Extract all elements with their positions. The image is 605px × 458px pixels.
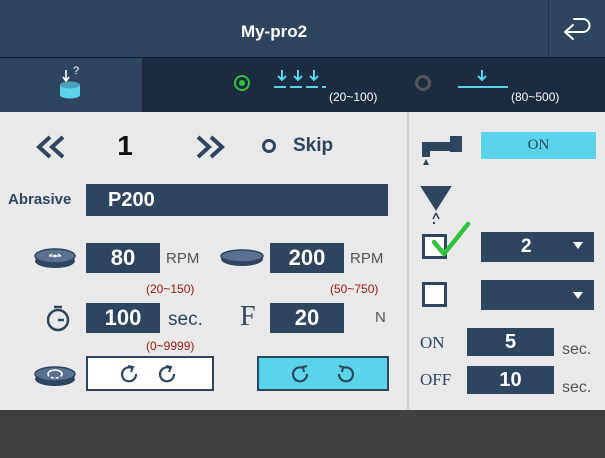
on-time-unit: sec. [562, 341, 592, 358]
abrasive-value: P200 [108, 189, 155, 211]
back-button[interactable] [548, 0, 605, 57]
force-input[interactable]: 20 [270, 303, 344, 333]
force-symbol: F [240, 301, 256, 332]
next-step-button[interactable] [193, 134, 227, 160]
on-time-input[interactable]: 5 [467, 328, 554, 356]
platen-speed-range: (50~750) [330, 282, 379, 296]
svg-text:?: ? [73, 65, 79, 77]
timer-icon [46, 305, 70, 332]
time-input[interactable]: 100 [86, 303, 160, 333]
off-time-unit: sec. [562, 379, 592, 396]
previous-step-button[interactable] [34, 134, 68, 160]
co-rotation-icon [291, 365, 355, 383]
platen-speed-icon [220, 249, 264, 266]
abrasive-label: Abrasive [8, 191, 72, 208]
water-tap-icon [422, 136, 462, 165]
platen-speed-input[interactable]: 200 [270, 243, 344, 273]
head-speed-input[interactable]: 80 [86, 243, 160, 273]
specimen-info-button[interactable]: ? [0, 58, 142, 112]
dispenser2-select[interactable] [481, 280, 594, 310]
off-label: OFF [420, 370, 452, 389]
skip-radio[interactable] [262, 139, 276, 153]
dropdown-caret-icon [573, 292, 583, 299]
rotation-icon [34, 366, 76, 386]
single-press-icon[interactable] [454, 67, 510, 97]
mode2-range: (80~500) [511, 90, 560, 104]
force-unit: N [375, 309, 386, 326]
mode1-range: (20~100) [329, 90, 378, 104]
panel-divider [407, 112, 409, 410]
time-unit: sec. [168, 309, 203, 330]
on-label: ON [420, 333, 445, 352]
dropdown-caret-icon [573, 242, 583, 249]
head-speed-unit: RPM [166, 250, 200, 267]
water-toggle[interactable]: ON [481, 132, 596, 159]
head-speed-range: (20~150) [146, 282, 195, 296]
counter-rotation-icon [120, 365, 176, 383]
platen-speed-unit: RPM [350, 250, 384, 267]
back-arrow-icon [564, 18, 591, 40]
dispenser2-checkbox[interactable] [422, 282, 447, 307]
multi-press-icon[interactable] [272, 67, 328, 97]
dispenser1-select[interactable]: 2 [481, 232, 594, 262]
skip-label: Skip [293, 135, 334, 156]
time-range: (0~9999) [146, 339, 195, 353]
abrasive-field[interactable]: P200 [86, 184, 388, 216]
dispenser1-value: 2 [521, 236, 532, 257]
step-number: 1 [117, 130, 133, 161]
head-speed-icon [34, 248, 76, 268]
mode2-radio[interactable] [415, 75, 431, 91]
checkmark-icon [431, 221, 471, 257]
co-rotation-button[interactable] [257, 356, 389, 391]
off-time-input[interactable]: 10 [467, 366, 554, 394]
mode1-radio[interactable] [234, 75, 250, 91]
specimen-question-icon: ? [60, 65, 80, 99]
counter-rotation-button[interactable] [86, 356, 214, 391]
page-title: My-pro2 [240, 22, 308, 41]
